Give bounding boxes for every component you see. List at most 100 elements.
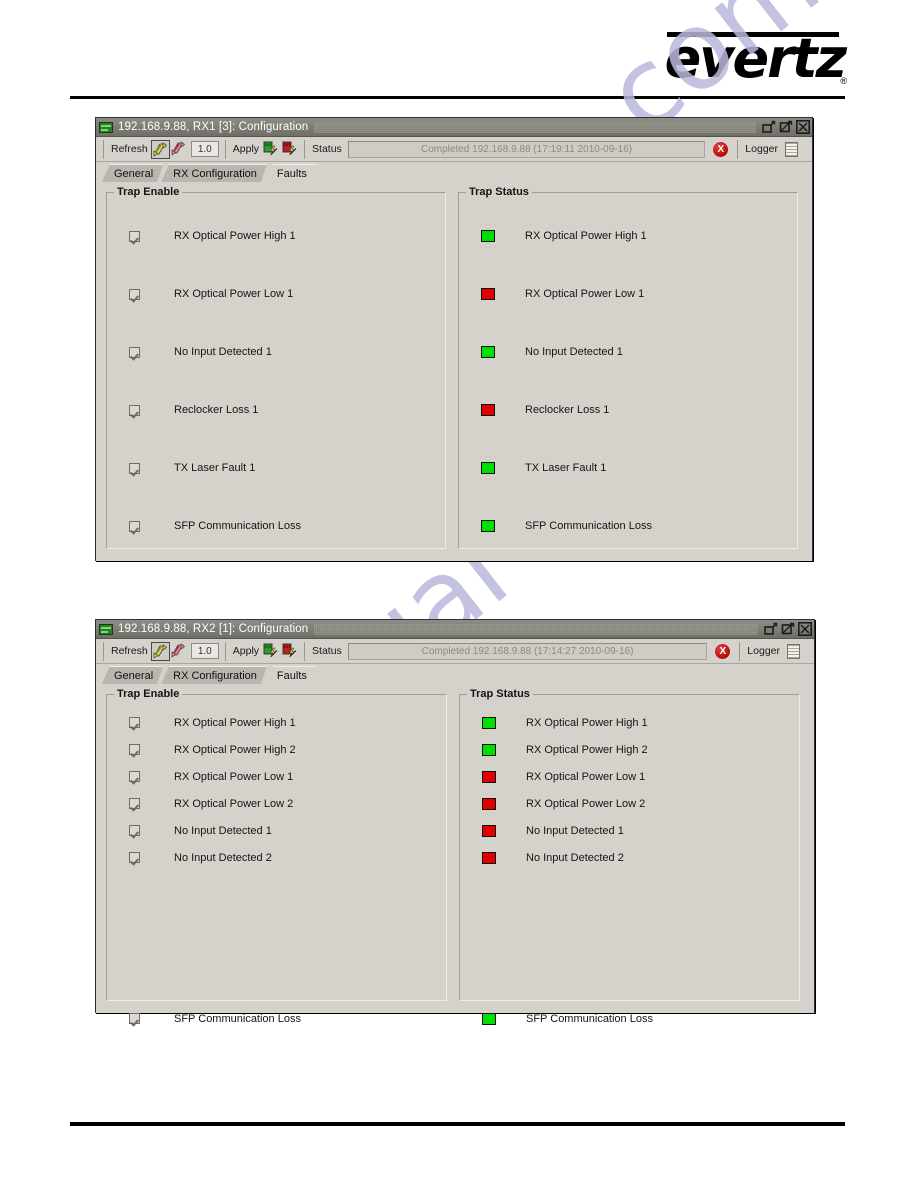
trap-enable-checkbox[interactable] xyxy=(129,288,140,300)
trap-status-led-green xyxy=(482,743,496,756)
trap-status-row[interactable]: SFP Communication Loss xyxy=(465,497,791,555)
apply-red-icon[interactable] xyxy=(281,642,300,661)
window-button-group xyxy=(764,622,812,636)
status-value: Completed 192.168.9.88 (17:19:11 2010-09… xyxy=(347,140,706,158)
trap-status-led-red xyxy=(482,851,496,864)
configuration-window-2[interactable]: 192.168.9.88, RX2 [1]: Configuration Refr… xyxy=(95,619,815,1025)
refresh-red-icon[interactable] xyxy=(170,642,189,661)
trap-status-label: No Input Detected 1 xyxy=(526,824,624,837)
header-rule xyxy=(70,96,845,99)
evertz-logo: evertz ® xyxy=(645,28,847,90)
trap-status-row[interactable]: No Input Detected 2 xyxy=(466,844,793,871)
trap-status-row[interactable]: RX Optical Power High 2 xyxy=(466,736,793,763)
trap-enable-checkbox[interactable] xyxy=(129,717,140,728)
faults-content: Trap Enable RX Optical Power High 1 RX Opt… xyxy=(96,684,814,1025)
refresh-yellow-icon[interactable] xyxy=(150,641,170,661)
trap-status-row[interactable]: RX Optical Power High 1 xyxy=(466,709,793,736)
trap-enable-row[interactable]: RX Optical Power Low 1 xyxy=(113,763,440,790)
window-titlebar[interactable]: 192.168.9.88, RX2 [1]: Configuration xyxy=(96,620,814,639)
trap-enable-row[interactable]: No Input Detected 1 xyxy=(113,817,440,844)
trap-enable-label: RX Optical Power Low 1 xyxy=(174,288,294,300)
trap-status-led-red xyxy=(482,824,496,837)
window-titlebar[interactable]: 192.168.9.88, RX1 [3]: Configuration xyxy=(96,118,812,137)
apply-label: Apply xyxy=(232,645,260,657)
refresh-red-icon[interactable] xyxy=(170,140,189,159)
tab-rx-configuration[interactable]: RX Configuration xyxy=(161,666,267,684)
trap-enable-row[interactable]: No Input Detected 1 xyxy=(113,323,439,381)
trap-enable-label: SFP Communication Loss xyxy=(174,1012,301,1025)
trap-enable-label: No Input Detected 2 xyxy=(174,851,272,864)
trap-status-row[interactable]: RX Optical Power Low 2 xyxy=(466,790,793,817)
refresh-label: Refresh xyxy=(111,645,148,657)
stop-button[interactable]: X xyxy=(713,141,729,157)
logger-document-icon[interactable] xyxy=(785,141,798,157)
trap-status-row[interactable]: RX Optical Power Low 1 xyxy=(466,763,793,790)
trap-status-row[interactable]: Reclocker Loss 1 xyxy=(465,381,791,439)
tab-faults[interactable]: Faults xyxy=(265,164,317,182)
trap-enable-checkbox[interactable] xyxy=(129,825,140,836)
trap-status-row[interactable]: TX Laser Fault 1 xyxy=(465,439,791,497)
stop-button[interactable]: X xyxy=(715,643,731,659)
maximize-button[interactable] xyxy=(779,120,793,134)
trap-status-group: Trap Status RX Optical Power High 1 RX Opt… xyxy=(459,688,800,1025)
refresh-interval-field[interactable]: 1.0 xyxy=(190,141,219,157)
trap-enable-checkbox[interactable] xyxy=(129,346,140,358)
trap-enable-row[interactable]: RX Optical Power High 2 xyxy=(113,736,440,763)
trap-enable-checkbox[interactable] xyxy=(129,520,140,532)
minimize-button[interactable] xyxy=(762,120,776,134)
trap-enable-row[interactable]: No Input Detected 2 xyxy=(113,844,440,871)
trap-status-row[interactable]: SFP Communication Loss xyxy=(466,1005,793,1032)
trap-enable-label: RX Optical Power Low 1 xyxy=(174,770,294,783)
trap-status-label: No Input Detected 1 xyxy=(525,346,623,358)
trap-enable-checkbox[interactable] xyxy=(129,1013,140,1024)
faults-content: Trap Enable RX Optical Power High 1 RX Opt… xyxy=(96,182,812,561)
trap-enable-checkbox[interactable] xyxy=(129,852,140,863)
tab-general[interactable]: General xyxy=(102,666,163,684)
trap-enable-row[interactable]: TX Laser Fault 1 xyxy=(113,439,439,497)
trap-enable-checkbox[interactable] xyxy=(129,744,140,755)
trap-status-led-red xyxy=(481,288,495,300)
toolbar-separator xyxy=(224,139,226,159)
toolbar-separator xyxy=(103,139,104,159)
trap-enable-row[interactable]: Reclocker Loss 1 xyxy=(113,381,439,439)
trap-enable-row[interactable]: RX Optical Power Low 2 xyxy=(113,790,440,817)
trap-status-row[interactable]: No Input Detected 1 xyxy=(466,817,793,844)
window-button-group xyxy=(762,120,810,134)
apply-red-icon[interactable] xyxy=(281,140,300,159)
trap-enable-checkbox[interactable] xyxy=(129,404,140,416)
tab-faults[interactable]: Faults xyxy=(265,666,317,684)
trap-enable-label: No Input Detected 1 xyxy=(174,824,272,837)
refresh-yellow-icon[interactable] xyxy=(150,139,170,159)
close-button[interactable] xyxy=(796,120,810,134)
trap-enable-checkbox[interactable] xyxy=(129,771,140,782)
refresh-interval-field[interactable]: 1.0 xyxy=(190,643,219,659)
logger-document-icon[interactable] xyxy=(787,643,800,659)
trap-enable-label: RX Optical Power High 1 xyxy=(174,230,296,242)
close-button[interactable] xyxy=(798,622,812,636)
trap-enable-row[interactable]: SFP Communication Loss xyxy=(113,1005,440,1032)
trap-enable-checkbox[interactable] xyxy=(129,462,140,474)
trap-enable-row[interactable]: RX Optical Power Low 1 xyxy=(113,265,439,323)
trap-enable-label: Reclocker Loss 1 xyxy=(174,404,259,416)
window-title: 192.168.9.88, RX2 [1]: Configuration xyxy=(118,623,309,635)
trap-enable-row[interactable]: SFP Communication Loss xyxy=(113,497,439,555)
trap-status-label: RX Optical Power High 2 xyxy=(526,743,648,756)
trap-status-row[interactable]: No Input Detected 1 xyxy=(465,323,791,381)
trap-enable-label: RX Optical Power Low 2 xyxy=(174,797,294,810)
maximize-button[interactable] xyxy=(781,622,795,636)
apply-label: Apply xyxy=(232,143,260,155)
tab-rx-configuration[interactable]: RX Configuration xyxy=(161,164,267,182)
trap-status-row[interactable]: RX Optical Power Low 1 xyxy=(465,265,791,323)
window-toolbar: Refresh 1.0 Apply Status Completed 192.168.9… xyxy=(96,639,814,664)
configuration-window-1[interactable]: 192.168.9.88, RX1 [3]: Configuration Refr… xyxy=(95,117,813,561)
trap-status-label: No Input Detected 2 xyxy=(526,851,624,864)
trap-enable-row[interactable]: RX Optical Power High 1 xyxy=(113,207,439,265)
trap-enable-checkbox[interactable] xyxy=(129,230,140,242)
trap-status-row[interactable]: RX Optical Power High 1 xyxy=(465,207,791,265)
trap-enable-checkbox[interactable] xyxy=(129,798,140,809)
trap-enable-row[interactable]: RX Optical Power High 1 xyxy=(113,709,440,736)
apply-green-icon[interactable] xyxy=(262,642,281,661)
tab-general[interactable]: General xyxy=(102,164,163,182)
apply-green-icon[interactable] xyxy=(262,140,281,159)
minimize-button[interactable] xyxy=(764,622,778,636)
